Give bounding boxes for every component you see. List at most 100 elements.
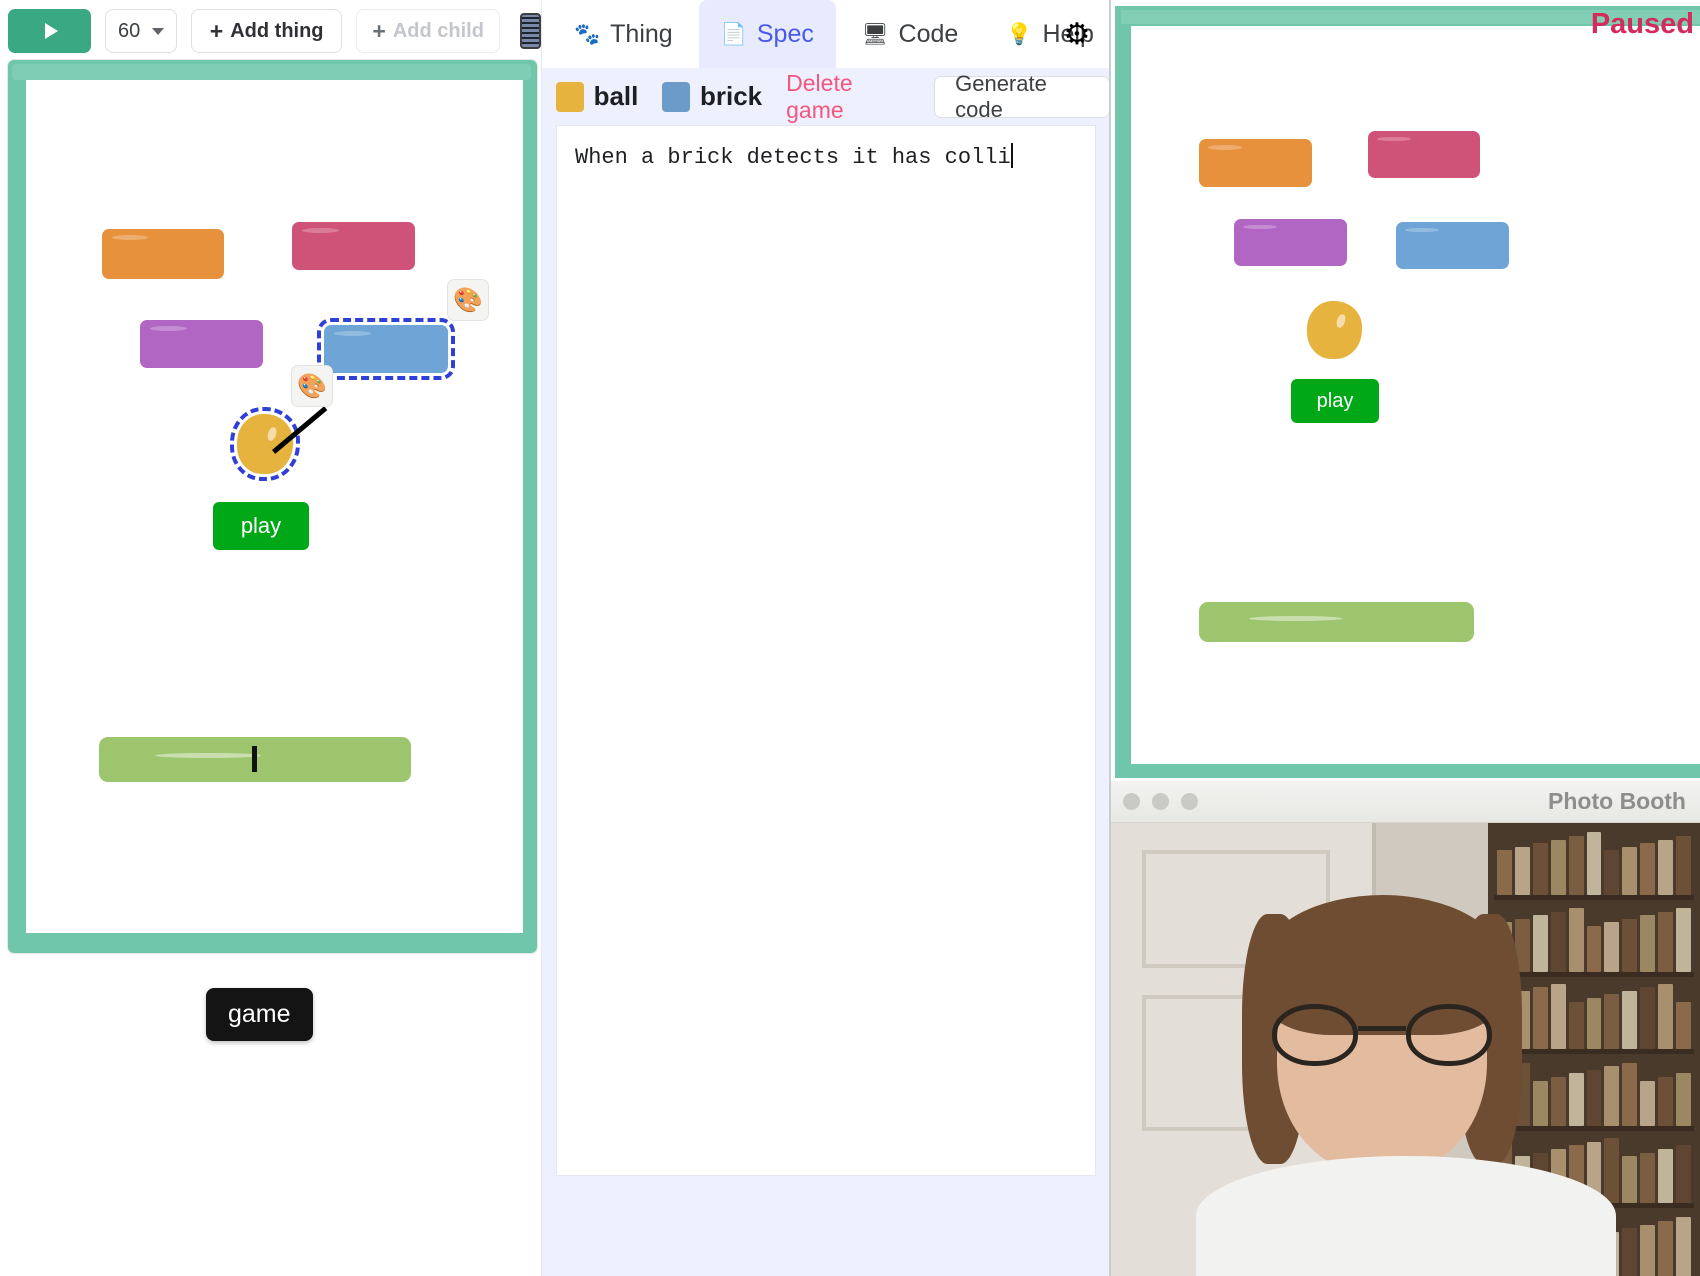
book bbox=[1657, 1221, 1673, 1276]
brick-blue[interactable] bbox=[317, 318, 455, 380]
book bbox=[1622, 990, 1638, 1050]
brick-orange[interactable] bbox=[1199, 139, 1312, 187]
close-dot-icon[interactable] bbox=[1123, 793, 1140, 810]
preview-canvas[interactable]: play bbox=[1131, 26, 1700, 764]
paddle-cursor-mark bbox=[251, 746, 257, 772]
tab-bar: 🐾 Thing 📄 Spec 🖥 Code 💡 Help bbox=[542, 0, 1110, 68]
book bbox=[1604, 850, 1620, 895]
brick-pink[interactable] bbox=[1368, 131, 1480, 178]
photo-booth-window: Photo Booth bbox=[1109, 781, 1700, 1276]
thing-label-brick[interactable]: brick bbox=[700, 81, 762, 112]
text-cursor bbox=[1010, 143, 1013, 168]
gear-icon[interactable]: ⚙ bbox=[1055, 12, 1099, 56]
add-thing-label: Add thing bbox=[230, 19, 324, 42]
tab-label: Code bbox=[898, 19, 959, 48]
book bbox=[1675, 1073, 1691, 1127]
book bbox=[1675, 1001, 1691, 1050]
book bbox=[1604, 994, 1620, 1050]
book bbox=[1550, 983, 1566, 1050]
add-child-button[interactable]: + Add child bbox=[356, 9, 500, 53]
book bbox=[1622, 1156, 1638, 1204]
tab-thing[interactable]: 🐾 Thing bbox=[552, 0, 695, 68]
book bbox=[1640, 1224, 1655, 1276]
book bbox=[1586, 832, 1602, 895]
book bbox=[1515, 846, 1531, 895]
spec-panel: 🐾 Thing 📄 Spec 🖥 Code 💡 Help ⚙ ball brick Delet… bbox=[541, 0, 1110, 1276]
add-child-label: Add child bbox=[392, 19, 484, 42]
book bbox=[1622, 918, 1638, 972]
delete-game-button[interactable]: Delete game bbox=[786, 70, 906, 124]
book bbox=[1568, 907, 1584, 972]
tab-code[interactable]: 🖥 Code bbox=[840, 0, 980, 68]
thing-swatch-ball[interactable] bbox=[556, 81, 584, 112]
game-preview-window: play Paused bbox=[1109, 0, 1700, 781]
brush-highlight bbox=[1405, 227, 1439, 233]
bookshelf-row bbox=[1494, 1054, 1694, 1132]
brick-purple[interactable] bbox=[140, 320, 263, 368]
book bbox=[1586, 925, 1602, 972]
lightbulb-icon: 💡 bbox=[1006, 22, 1033, 46]
book bbox=[1533, 987, 1548, 1050]
plus-icon: + bbox=[372, 17, 386, 44]
palette-chip-ball[interactable]: 🎨 bbox=[291, 365, 333, 407]
spec-textarea[interactable]: When a brick detects it has colli bbox=[556, 125, 1096, 1176]
thing-label-ball[interactable]: ball bbox=[594, 81, 639, 112]
book bbox=[1657, 839, 1673, 895]
tab-spec[interactable]: 📄 Spec bbox=[698, 0, 836, 68]
photo-booth-titlebar: Photo Booth bbox=[1111, 781, 1700, 823]
lens-left bbox=[1271, 1004, 1358, 1067]
minimize-dot-icon[interactable] bbox=[1152, 793, 1169, 810]
ball bbox=[1307, 301, 1362, 359]
book bbox=[1533, 915, 1548, 972]
book bbox=[1657, 983, 1673, 1050]
book bbox=[1657, 1149, 1673, 1204]
chevron-down-icon bbox=[152, 27, 165, 35]
preview-frame: play bbox=[1115, 6, 1700, 778]
brick-orange[interactable] bbox=[102, 229, 224, 279]
brush-highlight bbox=[149, 325, 187, 331]
brick-pink[interactable] bbox=[292, 222, 415, 270]
generate-code-button[interactable]: Generate code bbox=[934, 71, 1110, 122]
book bbox=[1604, 922, 1620, 972]
stage-frame: 🎨 🎨 play bbox=[8, 60, 537, 953]
brush-highlight bbox=[1208, 144, 1242, 150]
right-column: play Paused Photo Booth bbox=[1109, 0, 1700, 1276]
add-thing-button[interactable]: + Add thing bbox=[191, 9, 343, 53]
zoom-dot-icon[interactable] bbox=[1181, 793, 1198, 810]
book bbox=[1604, 1066, 1620, 1127]
brick-purple[interactable] bbox=[1234, 219, 1347, 266]
webcam-video bbox=[1111, 823, 1700, 1276]
fps-select[interactable]: 60 bbox=[105, 9, 178, 53]
brush-highlight bbox=[1248, 616, 1342, 621]
brush-highlight bbox=[111, 235, 149, 240]
lens-right bbox=[1405, 1004, 1492, 1067]
book bbox=[1568, 1073, 1584, 1127]
document-icon: 📄 bbox=[720, 22, 747, 46]
book bbox=[1640, 915, 1655, 972]
photo-booth-title: Photo Booth bbox=[1548, 788, 1686, 814]
game-badge[interactable]: game bbox=[206, 988, 313, 1041]
book bbox=[1550, 911, 1566, 972]
stage-canvas[interactable]: 🎨 🎨 play bbox=[26, 80, 523, 933]
book bbox=[1640, 843, 1655, 895]
book bbox=[1568, 835, 1584, 895]
paddle[interactable] bbox=[1199, 602, 1474, 642]
preview-play-button[interactable]: play bbox=[1291, 379, 1379, 423]
bookshelf-row bbox=[1494, 823, 1694, 900]
stage-play-button[interactable]: play bbox=[213, 502, 309, 550]
book bbox=[1622, 1228, 1638, 1276]
book bbox=[1550, 839, 1566, 895]
palette-icon: 🎨 bbox=[453, 286, 483, 314]
phone-icon[interactable] bbox=[520, 13, 541, 49]
thing-swatch-brick[interactable] bbox=[662, 81, 690, 112]
book bbox=[1622, 846, 1638, 895]
brush-highlight bbox=[1376, 136, 1411, 142]
play-triangle-icon bbox=[44, 23, 58, 39]
palette-chip-blue-brick[interactable]: 🎨 bbox=[447, 279, 489, 321]
brick-blue[interactable] bbox=[1396, 222, 1509, 269]
book bbox=[1533, 1080, 1548, 1127]
run-button[interactable] bbox=[8, 9, 92, 53]
book bbox=[1586, 997, 1602, 1050]
paddle[interactable] bbox=[99, 737, 411, 782]
brush-highlight bbox=[1243, 224, 1277, 230]
